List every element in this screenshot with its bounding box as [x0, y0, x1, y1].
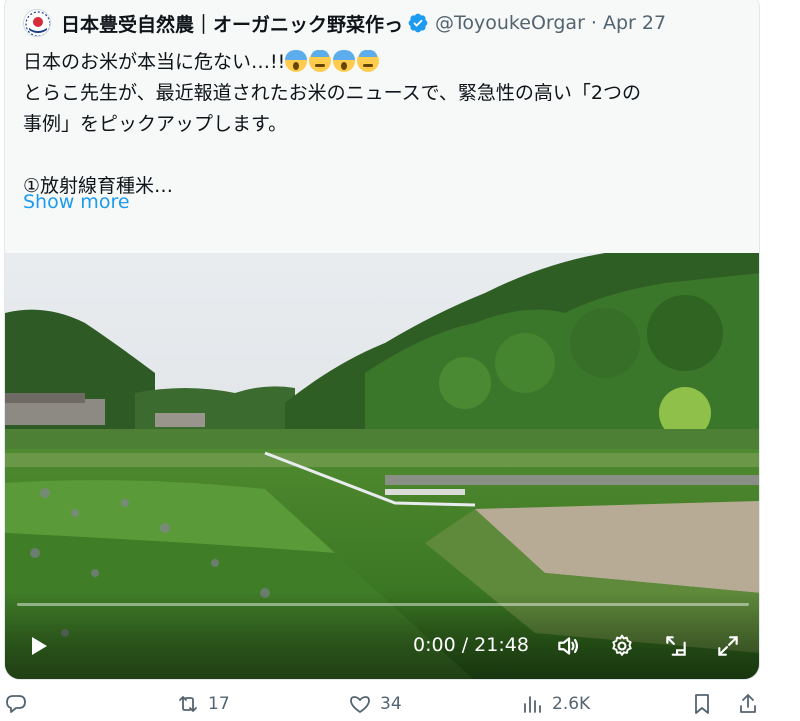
reply-icon: [6, 695, 26, 713]
gear-icon: [612, 634, 632, 656]
share-icon: [740, 694, 756, 713]
play-button[interactable]: [23, 631, 53, 661]
views-button[interactable]: 2.6K: [520, 692, 590, 716]
like-button[interactable]: 34: [348, 692, 402, 716]
author-handle[interactable]: @ToyoukeOrgar: [435, 12, 585, 34]
tweet-date[interactable]: Apr 27: [603, 12, 666, 34]
author-name[interactable]: 日本豊受自然農｜オーガニック野菜作っ: [61, 10, 403, 37]
heart-icon: [350, 696, 370, 713]
video-player[interactable]: 0:00 / 21:48: [5, 253, 759, 679]
tweet-card[interactable]: 日本豊受自然農｜オーガニック野菜作っ @ToyoukeOrgar · Apr 2…: [4, 0, 760, 680]
video-time: 0:00 / 21:48: [413, 634, 529, 656]
views-count: 2.6K: [552, 694, 591, 714]
retweet-button[interactable]: 17: [176, 692, 230, 716]
play-icon: [32, 637, 47, 655]
bookmark-icon: [695, 694, 709, 714]
pop-out-icon: [666, 636, 686, 656]
anxious-sweat-icon: [357, 50, 380, 72]
volume-button[interactable]: [553, 631, 583, 661]
tweet-text: 日本のお米が本当に危ない…!! とらこ先生が、最近報道されたお米のニュースで、緊…: [23, 47, 749, 202]
like-count: 34: [380, 694, 402, 714]
share-button[interactable]: [736, 692, 760, 716]
retweet-count: 17: [208, 694, 230, 714]
bookmark-button[interactable]: [690, 692, 714, 716]
fullscreen-button[interactable]: [713, 631, 743, 661]
settings-button[interactable]: [607, 631, 637, 661]
reply-button[interactable]: [4, 692, 28, 716]
video-controls: 0:00 / 21:48: [5, 591, 759, 679]
retweet-icon: [179, 696, 197, 712]
separator-dot: ·: [590, 12, 597, 34]
anxious-sweat-icon: [309, 50, 332, 72]
tweet-header: 日本豊受自然農｜オーガニック野菜作っ @ToyoukeOrgar · Apr 2…: [23, 7, 753, 39]
volume-icon: [558, 637, 579, 655]
avatar[interactable]: [23, 9, 51, 37]
video-progress-bar[interactable]: [17, 603, 749, 606]
fullscreen-expand-icon: [718, 636, 738, 656]
analytics-bar-icon: [524, 696, 541, 713]
tweet-line-2: とらこ先生が、最近報道されたお米のニュースで、緊急性の高い「2つの: [23, 82, 642, 104]
tweet-line-1: 日本のお米が本当に危ない…!!: [23, 51, 286, 73]
show-more-link[interactable]: Show more: [23, 191, 130, 213]
verified-badge-icon: [408, 13, 428, 33]
tweet-actions-bar: 17 34 2.6K: [0, 690, 800, 721]
face-screaming-icon: [285, 50, 308, 72]
pop-out-button[interactable]: [661, 631, 691, 661]
tweet-line-3: 事例」をピックアップします。: [23, 113, 288, 135]
face-screaming-icon: [333, 50, 356, 72]
